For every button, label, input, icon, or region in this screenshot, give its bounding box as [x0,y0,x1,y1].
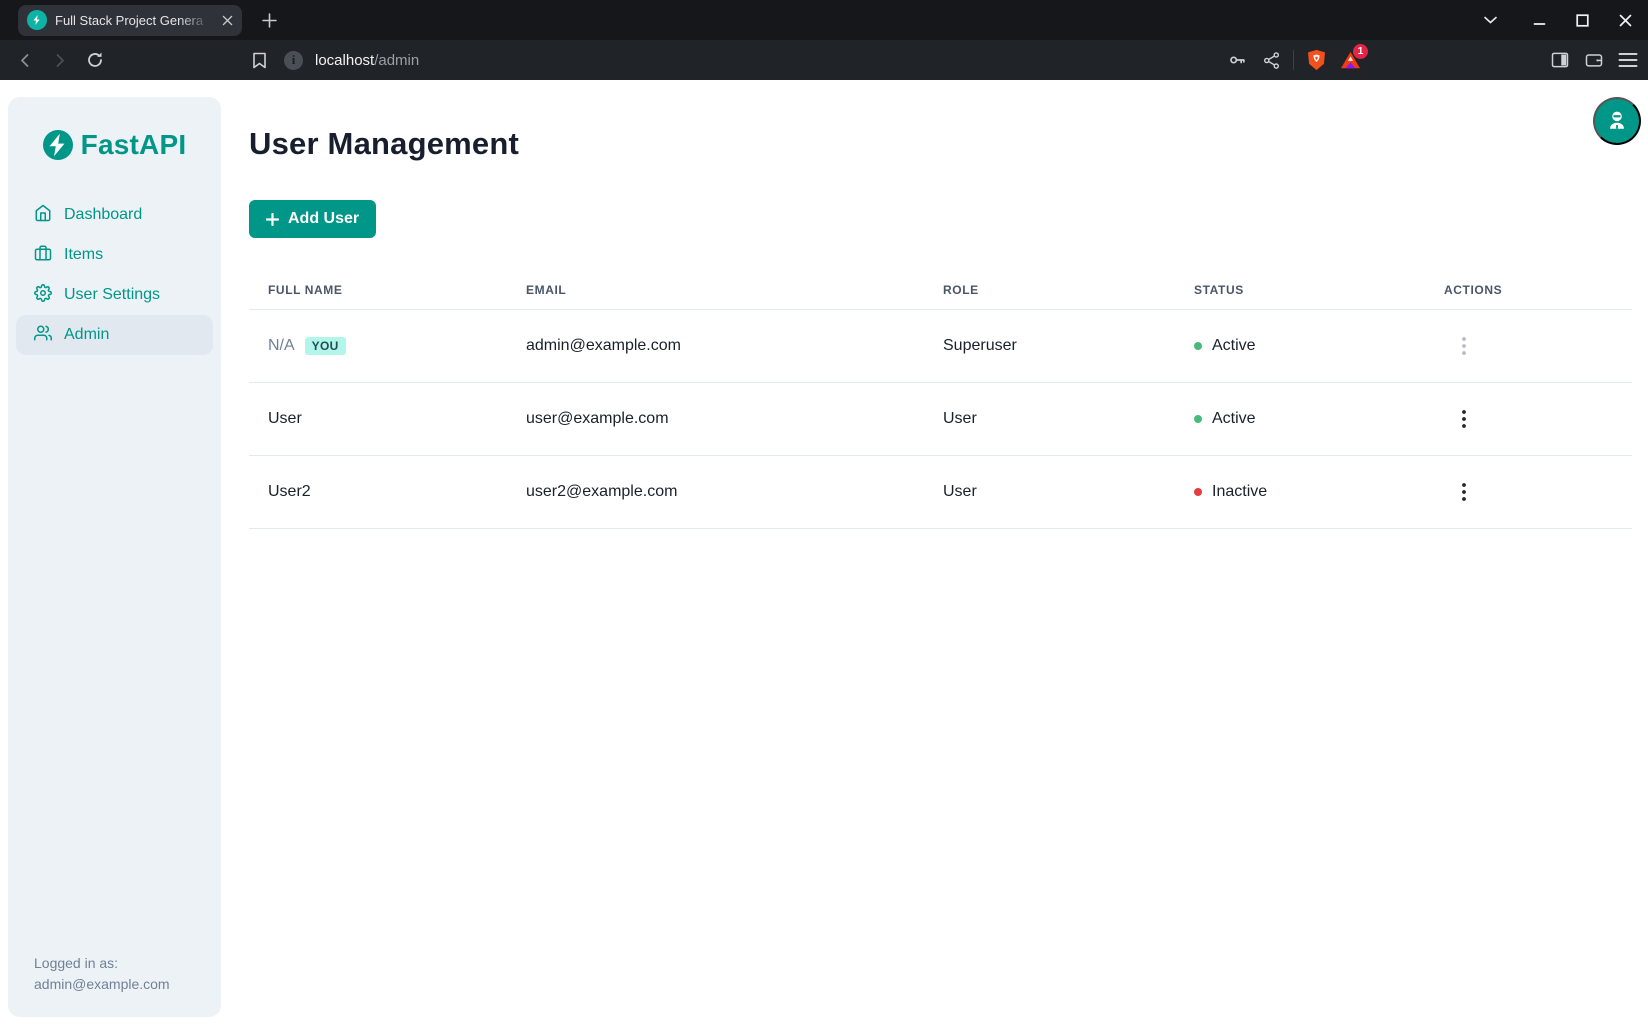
users-icon [34,324,52,347]
row-actions-menu-button[interactable] [1449,404,1479,434]
wallet-icon[interactable] [1582,48,1606,72]
browser-tab-bar: Full Stack Project Genera [0,0,1648,40]
toolbar-divider [1293,50,1294,70]
sidebar-item-dashboard[interactable]: Dashboard [16,195,213,235]
add-user-button[interactable]: Add User [249,200,376,238]
reload-icon[interactable] [82,47,108,73]
browser-toolbar: i localhost/admin 1 [0,40,1648,80]
share-icon[interactable] [1259,48,1283,72]
logged-in-label: Logged in as: [34,953,170,974]
forward-icon[interactable] [46,47,72,73]
main-content: User Management Add User FULL NAME EMAIL… [221,80,1648,1025]
browser-chevron-down-icon[interactable] [1484,16,1497,24]
tab-close-icon[interactable] [222,15,233,26]
table-header-row: FULL NAME EMAIL ROLE STATUS ACTIONS [249,270,1632,310]
window-close-icon[interactable] [1619,14,1632,27]
full-name-value: User [268,410,302,428]
new-tab-button[interactable] [256,7,282,33]
column-header-full-name: FULL NAME [268,283,526,297]
bookmark-icon[interactable] [246,47,272,73]
sidebar-item-label: Items [64,246,103,264]
row-actions-menu-button [1449,331,1479,361]
sidebar-item-admin[interactable]: Admin [16,315,213,355]
role-value: User [943,483,1194,501]
rewards-badge: 1 [1353,44,1368,59]
column-header-status: STATUS [1194,283,1444,297]
column-header-actions: ACTIONS [1444,283,1632,297]
sidebar-item-label: Dashboard [64,206,142,224]
role-value: User [943,410,1194,428]
logged-in-info: Logged in as: admin@example.com [34,953,170,995]
menu-hamburger-icon[interactable] [1616,48,1640,72]
sidebar-item-user-settings[interactable]: User Settings [16,275,213,315]
email-value: user@example.com [526,410,943,428]
plus-icon [266,213,279,226]
sidebar: FastAPI Dashboard Items User Settings [8,97,221,1017]
home-icon [34,204,52,227]
sidebar-item-items[interactable]: Items [16,235,213,275]
full-name-value: User2 [268,483,311,501]
sidebar-toggle-icon[interactable] [1548,48,1572,72]
sidebar-menu: Dashboard Items User Settings Admin [8,195,221,355]
password-key-icon[interactable] [1225,48,1249,72]
add-user-label: Add User [288,210,359,228]
status-dot [1194,415,1202,423]
user-menu-button[interactable] [1593,97,1641,145]
logged-in-email: admin@example.com [34,974,170,995]
tab-title: Full Stack Project Genera [55,13,214,28]
role-value: Superuser [943,337,1194,355]
browser-tab[interactable]: Full Stack Project Genera [18,5,242,36]
status-value: Active [1212,337,1256,355]
user-astronaut-icon [1606,109,1628,134]
fastapi-logo-icon [43,130,73,160]
url-host: localhost [315,52,374,69]
toolbar-browser-buttons [1548,40,1640,80]
you-badge: YOU [305,337,346,355]
url-path: /admin [374,52,419,69]
address-bar[interactable]: i localhost/admin [284,51,419,70]
app-page: FastAPI Dashboard Items User Settings [0,80,1648,1025]
briefcase-icon [34,244,52,267]
full-name-value: N/A [268,337,295,355]
table-row: User2 user2@example.com User Inactive [249,456,1632,529]
url-text[interactable]: localhost/admin [315,52,419,69]
page-title: User Management [249,126,1648,162]
email-value: admin@example.com [526,337,943,355]
status-value: Inactive [1212,483,1267,501]
table-row: User user@example.com User Active [249,383,1632,456]
fastapi-logo: FastAPI [8,129,221,161]
column-header-email: EMAIL [526,283,943,297]
brave-rewards-icon[interactable]: 1 [1338,48,1362,72]
row-actions-menu-button[interactable] [1449,477,1479,507]
window-minimize-icon[interactable] [1533,14,1546,27]
status-dot [1194,488,1202,496]
gear-icon [34,284,52,307]
sidebar-item-label: Admin [64,326,109,344]
status-value: Active [1212,410,1256,428]
column-header-role: ROLE [943,283,1194,297]
table-row: N/A YOU admin@example.com Superuser Acti… [249,310,1632,383]
fastapi-favicon-icon [27,10,47,30]
site-info-icon[interactable]: i [284,51,303,70]
brave-shield-icon[interactable] [1304,48,1328,72]
fastapi-logo-text: FastAPI [81,129,187,161]
toolbar-extensions: 1 [1225,40,1362,80]
window-controls [1484,0,1632,40]
status-dot [1194,342,1202,350]
window-maximize-icon[interactable] [1576,14,1589,27]
users-table: FULL NAME EMAIL ROLE STATUS ACTIONS N/A … [249,270,1632,529]
email-value: user2@example.com [526,483,943,501]
back-icon[interactable] [12,47,38,73]
sidebar-item-label: User Settings [64,286,160,304]
